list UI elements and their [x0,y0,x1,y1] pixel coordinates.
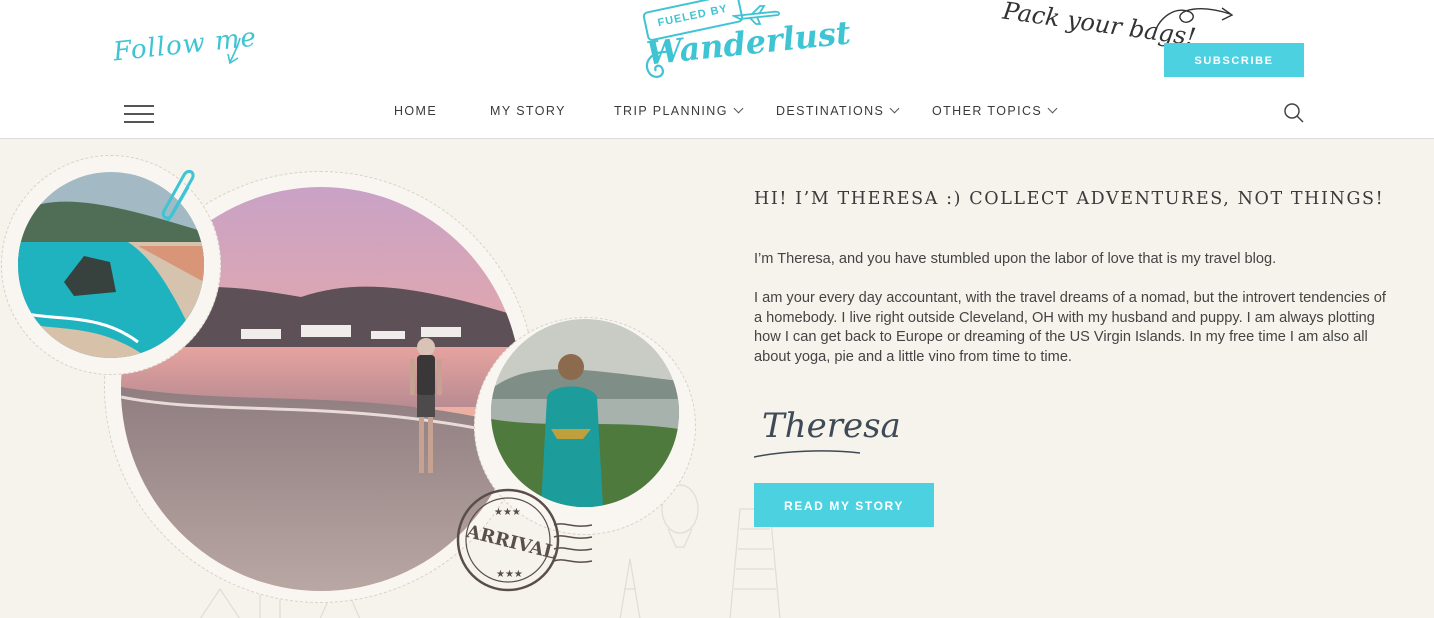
signature: Theresa [754,406,901,458]
hoodie-photo [491,319,679,507]
svg-text:★★★: ★★★ [494,507,521,518]
menu-hamburger-icon[interactable] [124,105,154,123]
site-header: Follow me FUELED BY Wanderlust Pack your… [0,0,1434,139]
hero-section: ARRIVAL ★★★ ★★★ HI! I’M THERESA :) COLLE… [0,139,1434,618]
nav-item-destinations[interactable]: DESTINATIONS [776,103,900,118]
nav-label-trip-planning: TRIP PLANNING [614,104,728,118]
paperclip-icon [161,169,195,222]
pack-arrow-icon [1153,7,1234,35]
intro-paragraph: I’m Theresa, and you have stumbled upon … [754,251,1277,267]
nav-item-home[interactable]: HOME [394,104,437,118]
chevron-down-icon [733,103,744,114]
nav-label-destinations: DESTINATIONS [776,104,885,118]
arrival-stamp-icon: ARRIVAL ★★★ ★★★ [456,488,593,592]
site-logo[interactable]: FUELED BY Wanderlust [640,0,852,84]
bio-paragraph: I am your every day accountant, with the… [754,290,1386,365]
nav-label-other-topics: OTHER TOPICS [932,104,1043,118]
stamp-text: ARRIVAL [463,521,558,564]
chevron-down-icon [889,103,900,114]
svg-text:★★★: ★★★ [496,569,523,580]
chevron-down-icon [1047,103,1058,114]
follow-arrow-icon [227,37,241,65]
nav-label-my-story: MY STORY [490,104,566,118]
nav-item-trip-planning[interactable]: TRIP PLANNING [614,103,744,118]
subscribe-button[interactable]: SUBSCRIBE [1164,43,1304,77]
read-my-story-button[interactable]: READ MY STORY [754,483,934,527]
nav-item-other-topics[interactable]: OTHER TOPICS [932,103,1058,118]
nav-label-home: HOME [394,104,438,118]
nav-item-my-story[interactable]: MY STORY [490,104,566,118]
search-icon[interactable] [1283,102,1305,124]
hero-heading: HI! I’M THERESA :) COLLECT ADVENTURES, N… [754,189,1385,209]
signature-text: Theresa [762,406,901,446]
logo-swirl-icon [645,50,671,78]
